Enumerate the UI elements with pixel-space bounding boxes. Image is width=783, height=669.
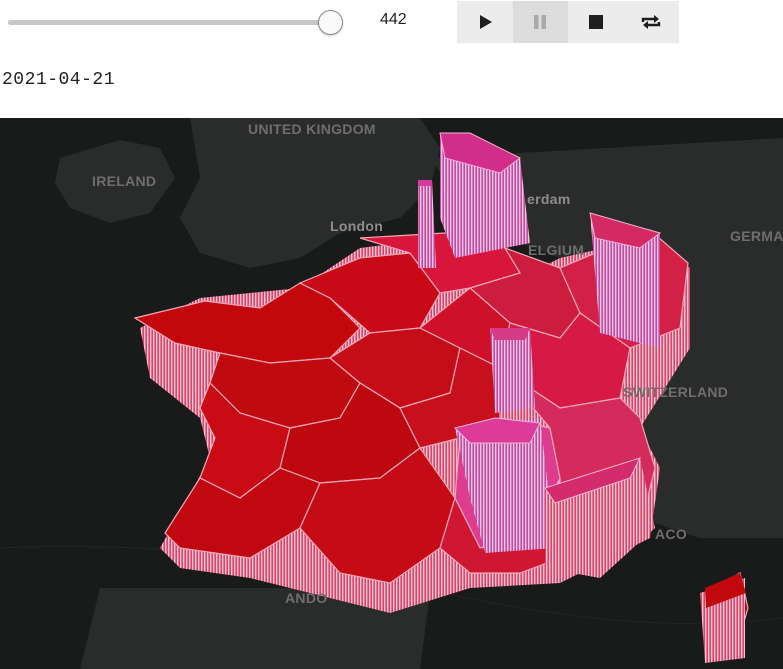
- loop-button[interactable]: [623, 1, 679, 43]
- label-london: London: [330, 218, 384, 234]
- label-andorra: ANDO: [285, 590, 328, 606]
- loop-icon: [642, 15, 661, 29]
- map-view[interactable]: UNITED KINGDOM IRELAND London erdam ELGI…: [0, 118, 783, 669]
- label-ireland: IRELAND: [92, 173, 157, 189]
- date-label: 2021-04-21: [2, 70, 116, 90]
- pause-icon: [534, 15, 547, 29]
- frame-value: 442: [380, 11, 407, 28]
- label-monaco: ACO: [655, 526, 688, 542]
- stop-icon: [588, 15, 603, 29]
- label-belgium: ELGIUM: [528, 242, 585, 258]
- playback-buttons: [457, 1, 679, 43]
- slider-fill: [8, 20, 330, 25]
- stop-button[interactable]: [568, 1, 624, 43]
- player-controls: 442 2021-04-21: [0, 0, 783, 118]
- label-amsterdam: erdam: [527, 191, 571, 207]
- play-button[interactable]: [457, 1, 513, 43]
- slider-track[interactable]: [8, 20, 340, 25]
- play-icon: [479, 15, 492, 29]
- pause-button[interactable]: [512, 1, 568, 43]
- label-united-kingdom: UNITED KINGDOM: [248, 121, 376, 137]
- slider-thumb[interactable]: [317, 10, 343, 35]
- label-germany: GERMA: [730, 228, 783, 244]
- frame-slider[interactable]: [8, 8, 343, 36]
- label-switzerland: SWITZERLAND: [623, 384, 729, 400]
